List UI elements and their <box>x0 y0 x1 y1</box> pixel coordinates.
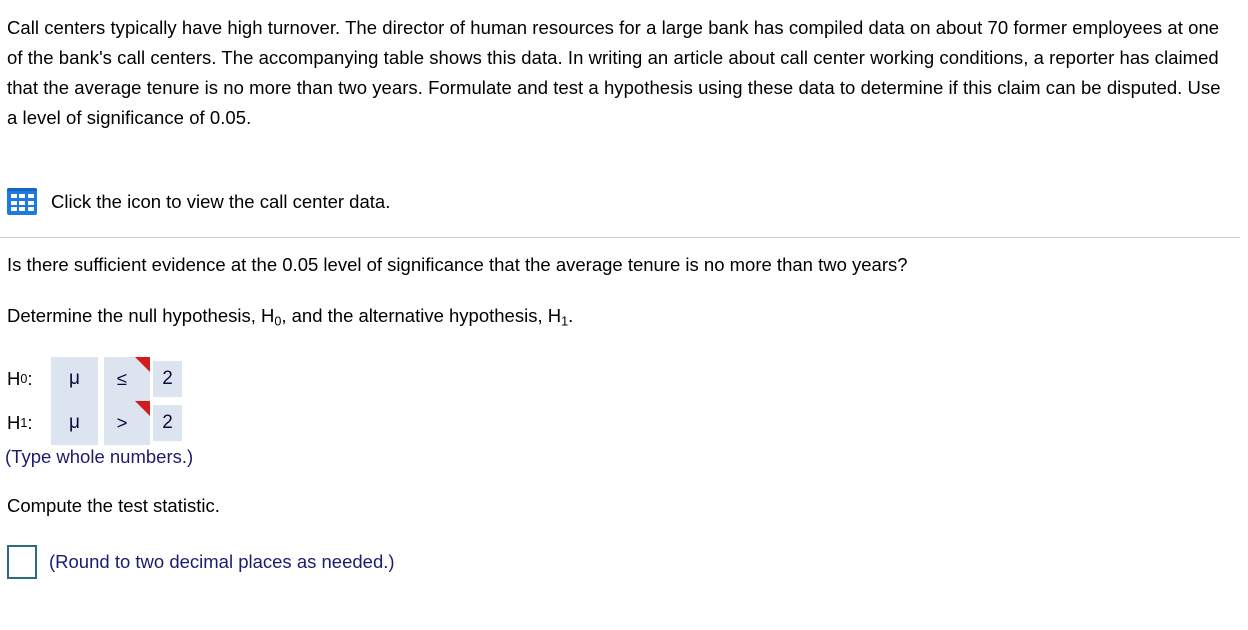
problem-page: Call centers typically have high turnove… <box>0 0 1248 630</box>
hypothesis-label-null: H0: <box>7 368 33 389</box>
grid-cell <box>10 207 17 212</box>
rounding-hint: (Round to two decimal places as needed.) <box>49 551 395 572</box>
call-center-data-link-row[interactable]: Click the icon to view the call center d… <box>7 188 390 215</box>
grid-cell <box>10 200 17 205</box>
grid-cell <box>10 194 17 199</box>
section-divider <box>0 237 1240 238</box>
hypothesis-row-alternative: H1: μ > 2 <box>7 401 182 445</box>
question-determine-hypotheses: Determine the null hypothesis, H0, and t… <box>7 303 573 329</box>
test-statistic-answer-row: (Round to two decimal places as needed.) <box>7 545 395 579</box>
hypothesis-row-null: H0: μ ≤ 2 <box>7 357 182 401</box>
hypothesis-label-alt-colon: : <box>27 412 33 433</box>
hypothesis-label-null-colon: : <box>27 368 33 389</box>
null-value-field[interactable]: 2 <box>153 361 182 397</box>
determine-hypotheses-text-pre: Determine the null hypothesis, H <box>7 305 275 326</box>
grid-cell <box>27 207 34 212</box>
table-grid-icon[interactable] <box>7 188 37 215</box>
hypothesis-label-alt-base: H <box>7 412 21 433</box>
grid-cell <box>27 194 34 199</box>
alternative-value-field[interactable]: 2 <box>153 405 182 441</box>
grid-cell <box>19 194 25 199</box>
null-operator-dropdown[interactable]: ≤ <box>104 357 150 401</box>
hypothesis-answer-block: H0: μ ≤ 2 H1: μ > 2 <box>7 357 182 445</box>
null-operator-symbol: ≤ <box>116 368 128 389</box>
grid-cell <box>19 200 25 205</box>
determine-hypotheses-text-post: . <box>568 305 574 326</box>
alternative-operator-dropdown[interactable]: > <box>104 401 150 445</box>
hypothesis-label-alternative: H1: <box>7 412 33 433</box>
question-sufficient-evidence: Is there sufficient evidence at the 0.05… <box>7 254 908 275</box>
hypothesis-label-null-base: H <box>7 368 21 389</box>
alternative-parameter-field[interactable]: μ <box>51 401 98 445</box>
question-compute-test-statistic: Compute the test statistic. <box>7 495 220 516</box>
data-link-label[interactable]: Click the icon to view the call center d… <box>51 191 390 213</box>
determine-hypotheses-text-mid: , and the alternative hypothesis, H <box>281 305 562 326</box>
grid-cell <box>19 207 25 212</box>
problem-statement: Call centers typically have high turnove… <box>7 17 1221 128</box>
type-whole-numbers-hint: (Type whole numbers.) <box>5 446 194 467</box>
test-statistic-input[interactable] <box>7 545 37 579</box>
grid-cell <box>27 200 34 205</box>
alternative-operator-symbol: > <box>116 412 128 433</box>
null-parameter-field[interactable]: μ <box>51 357 98 401</box>
